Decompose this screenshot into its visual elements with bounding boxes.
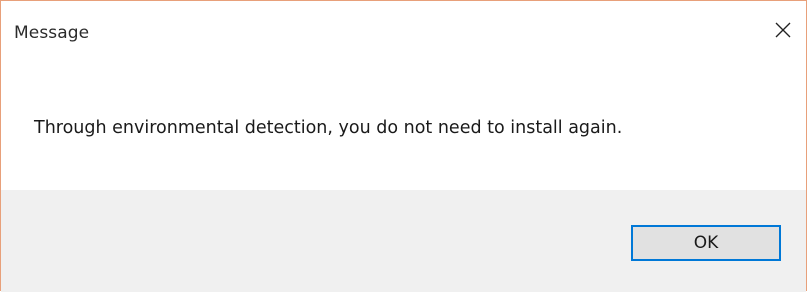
ok-button-label: OK: [693, 233, 719, 253]
dialog-title: Message: [14, 23, 90, 43]
message-text: Through environmental detection, you do …: [34, 118, 623, 138]
dialog-content: Through environmental detection, you do …: [1, 65, 806, 190]
ok-button[interactable]: OK: [631, 225, 781, 261]
title-bar: Message: [1, 1, 806, 65]
close-icon: [775, 22, 791, 38]
message-dialog: Message Through environmental detection,…: [0, 0, 807, 292]
dialog-footer: OK: [1, 190, 806, 292]
close-button[interactable]: [760, 7, 806, 53]
